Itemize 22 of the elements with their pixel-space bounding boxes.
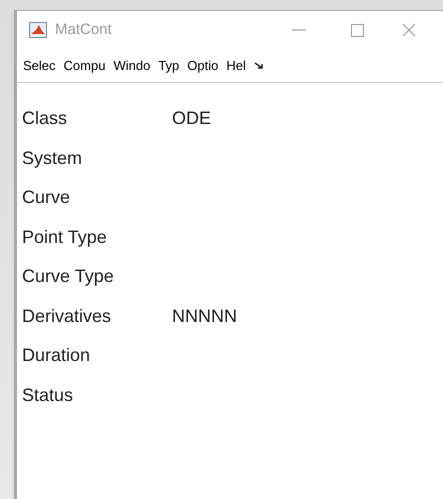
field-label: Curve [22, 186, 72, 210]
field-label: Class [22, 107, 68, 130]
field-value: ODE [172, 107, 212, 130]
menu-item[interactable]: Hel [226, 56, 246, 76]
app-icon [29, 22, 47, 38]
menu-item[interactable]: Windo [113, 56, 150, 76]
dock-arrow-icon[interactable] [254, 62, 264, 70]
maximize-icon [350, 24, 364, 36]
field-label: Point Type [22, 226, 108, 249]
field-value: NNNNN [172, 304, 237, 328]
minimize-icon [292, 29, 306, 31]
window-title: MatCont [55, 20, 112, 40]
menu-item[interactable]: Optio [187, 56, 218, 76]
field-label: System [22, 146, 84, 170]
field-label: Derivatives [22, 304, 112, 328]
field-label: Duration [22, 344, 92, 368]
field-label: Curve Type [22, 265, 115, 288]
field-label: Status [22, 384, 74, 407]
menu-item[interactable]: Compu [64, 56, 106, 76]
menu-item[interactable]: Typ [158, 56, 180, 76]
menu-item[interactable]: Selec [23, 56, 56, 76]
close-icon [402, 23, 416, 37]
